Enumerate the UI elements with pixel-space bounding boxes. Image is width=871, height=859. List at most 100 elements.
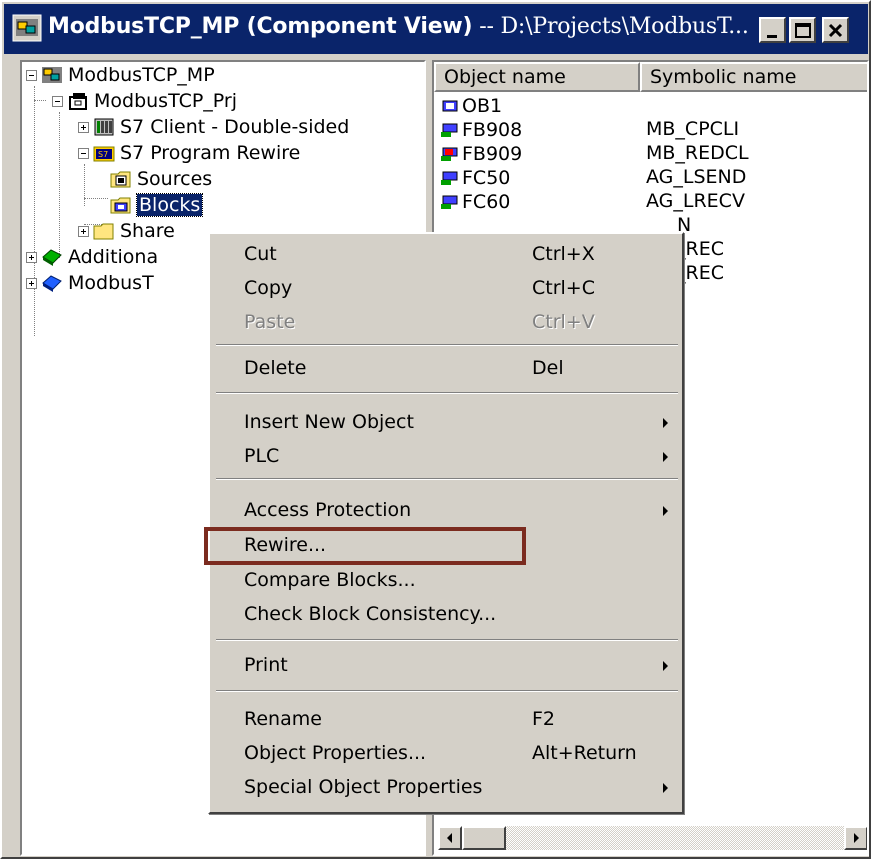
menu-separator [216,392,678,394]
menu-label: PLC [244,445,280,467]
expand-icon[interactable] [78,121,89,133]
menu-separator [216,690,678,692]
submenu-arrow-icon [663,783,668,793]
multiproject-icon [42,67,62,83]
library-icon [42,249,62,266]
expand-icon[interactable] [26,251,37,263]
tree-item-modbustcp-mp[interactable]: ModbusTCP_MP [26,62,215,88]
s7-program-icon: S7 [93,146,115,162]
title-app-name: ModbusTCP_MP (Component View) [48,14,473,39]
tree-item-label: Share [120,220,175,242]
tree-item-label: ModbusTCP_MP [68,64,215,86]
menu-item-check-block-consistency[interactable]: Check Block Consistency... [214,598,680,632]
menu-item-object-properties[interactable]: Object Properties... Alt+Return [214,737,680,771]
object-name: FB908 [462,119,523,141]
scroll-thumb[interactable] [462,826,506,850]
arrow-left-icon [447,833,452,843]
tree-line [84,198,108,200]
menu-item-delete[interactable]: Delete Del [214,352,680,386]
menu-shortcut: Alt+Return [532,742,637,764]
horizontal-scrollbar[interactable] [438,826,867,850]
menu-label: Check Block Consistency... [244,603,497,625]
expand-icon[interactable] [26,277,37,289]
menu-item-access-protection[interactable]: Access Protection [214,494,680,528]
menu-label: Rewire... [244,534,327,556]
menu-label: Special Object Properties [244,776,483,798]
column-header-object-name[interactable]: Object name [434,62,640,92]
object-name: FC50 [462,167,511,189]
submenu-arrow-icon [663,452,668,462]
collapse-icon[interactable] [52,95,63,107]
tree-item-label: S7 Program Rewire [120,142,301,164]
close-icon [828,23,843,38]
tree-item-shared[interactable]: Share [78,218,175,244]
menu-label: Paste [244,311,296,333]
symbolic-name: AG_LSEND [646,166,747,188]
menu-item-insert-new-object[interactable]: Insert New Object [214,406,680,440]
menu-item-print[interactable]: Print [214,649,680,683]
fc-icon [441,195,458,209]
tree-item-blocks[interactable]: Blocks [110,192,204,218]
list-item[interactable]: OB1 [440,94,502,118]
menu-shortcut: Del [532,357,564,379]
tree-line [59,112,61,258]
expand-icon[interactable] [78,225,89,237]
tree-item-label: S7 Client - Double-sided [120,116,350,138]
collapse-icon[interactable] [78,147,89,159]
menu-shortcut: Ctrl+V [532,311,595,333]
column-header-symbolic-name[interactable]: Symbolic name [640,62,867,92]
scroll-right-button[interactable] [844,826,867,850]
menu-shortcut: Ctrl+X [532,243,595,265]
list-item[interactable]: FC50 [440,166,510,190]
window-title: ModbusTCP_MP (Component View) -- D:\Proj… [48,14,749,39]
menu-shortcut: Ctrl+C [532,277,595,299]
arrow-right-icon [854,833,859,843]
symbolic-name: MB_CPCLI [646,118,740,140]
menu-item-copy[interactable]: Copy Ctrl+C [214,272,680,306]
menu-separator [216,344,678,346]
tree-item-s7-program[interactable]: S7 S7 Program Rewire [78,140,300,166]
tree-item-label: Blocks [135,193,204,217]
menu-label: Access Protection [244,499,412,521]
scroll-track[interactable] [506,826,844,850]
fb-icon [441,123,458,137]
maximize-button[interactable] [789,17,816,43]
menu-item-rename[interactable]: Rename F2 [214,703,680,737]
svg-text:S7: S7 [98,150,108,159]
menu-separator [216,478,678,480]
menu-label: Delete [244,357,307,379]
multiproject-icon [12,14,42,42]
tree-item-additional[interactable]: Additiona [26,244,158,270]
minimize-button[interactable] [759,17,786,43]
ob-icon [442,100,458,112]
object-name: FB909 [462,143,523,165]
menu-item-plc[interactable]: PLC [214,440,680,474]
list-item[interactable]: FC60 [440,190,510,214]
station-icon [94,118,114,136]
menu-item-cut[interactable]: Cut Ctrl+X [214,238,680,272]
fc-icon [441,171,458,185]
tree-item-modbustcp-prj[interactable]: ModbusTCP_Prj [52,88,237,114]
title-separator: -- [472,14,501,39]
list-item[interactable]: FB909 [440,142,522,166]
collapse-icon[interactable] [26,69,37,81]
tree-item-sources[interactable]: Sources [110,166,212,192]
menu-item-special-object-properties[interactable]: Special Object Properties [214,771,680,805]
object-name: OB1 [462,95,503,117]
tree-item-s7-client[interactable]: S7 Client - Double-sided [78,114,349,140]
title-path: D:\Projects\ModbusT... [500,14,749,39]
menu-item-compare-blocks[interactable]: Compare Blocks... [214,564,680,598]
close-button[interactable] [822,17,849,43]
menu-label: Compare Blocks... [244,569,416,591]
tree-item-modbust[interactable]: ModbusT [26,270,154,296]
tree-item-label: Additiona [68,246,159,268]
menu-shortcut: F2 [532,708,556,730]
column-label: Symbolic name [650,66,797,88]
context-menu[interactable]: Cut Ctrl+X Copy Ctrl+C Paste Ctrl+V Delete D… [208,232,684,814]
library-blue-icon [42,275,62,292]
menu-item-rewire[interactable]: Rewire... [214,529,680,563]
title-bar[interactable]: ModbusTCP_MP (Component View) -- D:\Proj… [4,4,868,54]
menu-label: Copy [244,277,293,299]
list-item[interactable]: FB908 [440,118,522,142]
scroll-left-button[interactable] [438,826,462,850]
